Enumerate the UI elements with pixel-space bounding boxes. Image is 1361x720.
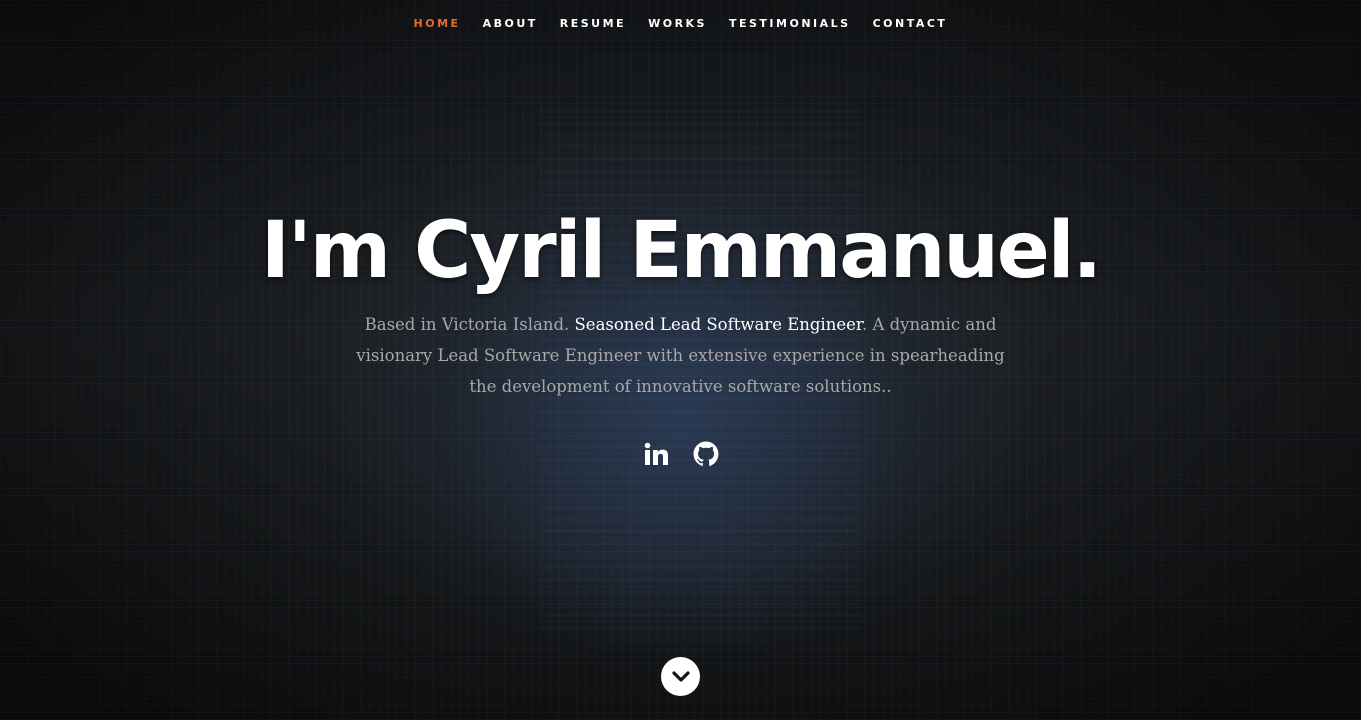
chevron-down-icon <box>671 670 690 682</box>
nav-item-about[interactable]: ABOUT <box>483 17 538 30</box>
nav-item-resume[interactable]: RESUME <box>560 17 626 30</box>
intro-prefix: Based in Victoria Island. <box>364 315 575 334</box>
scroll-down-button[interactable] <box>661 657 700 696</box>
nav-item-home[interactable]: HOME <box>414 17 461 30</box>
hero-title: I'm Cyril Emmanuel. <box>260 206 1102 296</box>
nav-item-contact[interactable]: CONTACT <box>873 17 948 30</box>
github-icon <box>693 441 718 467</box>
linkedin-link[interactable] <box>643 440 669 468</box>
intro-highlight: Seasoned Lead Software Engineer <box>574 315 862 334</box>
hero-section: HOME ABOUT RESUME WORKS TESTIMONIALS CON… <box>0 0 1361 720</box>
nav-item-testimonials[interactable]: TESTIMONIALS <box>729 17 851 30</box>
social-links <box>0 440 1361 468</box>
main-nav: HOME ABOUT RESUME WORKS TESTIMONIALS CON… <box>0 0 1361 46</box>
linkedin-icon <box>644 442 668 465</box>
nav-item-works[interactable]: WORKS <box>648 17 707 30</box>
github-link[interactable] <box>693 440 719 468</box>
hero-intro: Based in Victoria Island. Seasoned Lead … <box>355 309 1006 402</box>
